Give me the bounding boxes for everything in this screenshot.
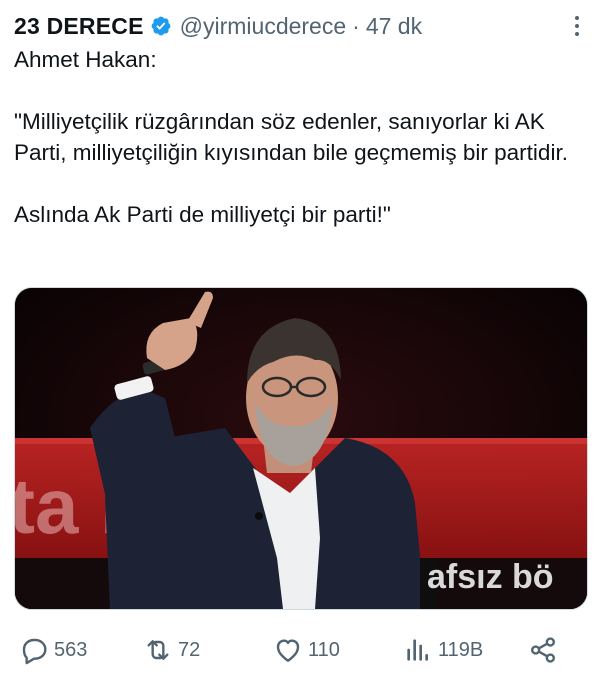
views-bar-chart-icon: [407, 639, 428, 661]
photo-man-pointing-up: ta bö afsız bö: [15, 288, 587, 609]
tweet-actions: 563 72 110 119B: [14, 628, 595, 672]
like-button[interactable]: 110: [272, 634, 340, 666]
reply-icon: [22, 638, 47, 665]
dot-separator: ·: [352, 12, 360, 39]
verified-badge-icon: [151, 16, 171, 36]
views-count: 119B: [438, 638, 484, 661]
views-button[interactable]: 119B: [402, 634, 483, 666]
retweet-icon: [147, 640, 169, 660]
heart-icon: [276, 639, 300, 662]
more-options-icon[interactable]: [565, 10, 589, 42]
retweet-count: 72: [178, 638, 201, 661]
tweet-media-image[interactable]: ta bö afsız bö: [14, 287, 588, 610]
reply-button[interactable]: 563: [18, 634, 87, 666]
tweet-text: Ahmet Hakan: "Milliyetçilik rüzgârından …: [14, 47, 568, 227]
share-icon: [531, 637, 555, 663]
timestamp[interactable]: 47 dk: [366, 13, 422, 40]
display-name[interactable]: 23 DERECE: [14, 13, 144, 40]
overlay-caption: afsız bö: [427, 558, 554, 596]
user-handle[interactable]: @yirmiucderece: [180, 13, 347, 40]
like-count: 110: [308, 638, 340, 661]
tweet-header: 23 DERECE @yirmiucderece · 47 dk: [14, 10, 595, 42]
reply-count: 563: [54, 638, 88, 661]
share-button[interactable]: [527, 634, 559, 666]
retweet-button[interactable]: 72: [142, 634, 200, 666]
